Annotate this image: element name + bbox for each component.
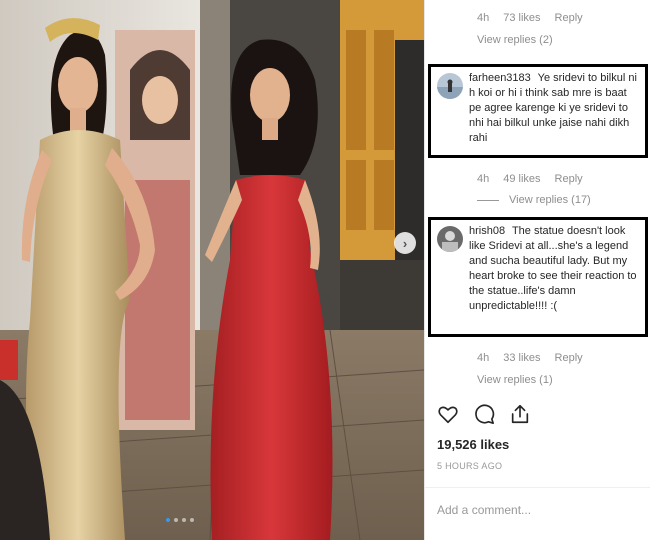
comment-time: 4h (477, 12, 490, 24)
view-replies-link[interactable]: View replies (2) (477, 34, 553, 46)
carousel-dot (190, 518, 194, 522)
comment-time: 4h (477, 352, 490, 364)
comment-username[interactable]: hrish08 (469, 225, 505, 237)
divider (425, 487, 650, 488)
comment-text: The statue doesn't look like Sridevi at … (469, 225, 637, 312)
reply-link[interactable]: Reply (555, 12, 583, 24)
post-actions (437, 403, 531, 425)
comment-icon[interactable] (473, 403, 495, 425)
post-timestamp: 5 HOURS AGO (437, 461, 503, 471)
view-replies-label: View replies (17) (509, 194, 591, 206)
avatar[interactable] (437, 226, 463, 252)
comment-meta: 4h 33 likes Reply (477, 352, 583, 364)
carousel-dot (182, 518, 186, 522)
comment-likes[interactable]: 49 likes (503, 173, 540, 185)
view-replies-link[interactable]: View replies (17) (477, 194, 591, 206)
comment-likes[interactable]: 33 likes (503, 352, 540, 364)
comment-meta: 4h 49 likes Reply (477, 173, 583, 185)
view-replies-label: View replies (1) (477, 374, 553, 386)
comment-body: farheen3183 Ye sridevi to bilkul ni h ko… (469, 71, 639, 149)
comment-meta: 4h 73 likes Reply (477, 12, 583, 24)
carousel-dot (174, 518, 178, 522)
post-photo: › (0, 0, 424, 540)
chevron-right-icon: › (402, 235, 408, 251)
comment-likes[interactable]: 73 likes (503, 12, 540, 24)
highlighted-comment: farheen3183 Ye sridevi to bilkul ni h ko… (428, 64, 648, 158)
comment-body: hrish08 The statue doesn't look like Sri… (469, 224, 639, 328)
next-photo-button[interactable]: › (394, 232, 416, 254)
highlighted-comment: hrish08 The statue doesn't look like Sri… (428, 217, 648, 337)
carousel-dot (166, 518, 170, 522)
share-icon[interactable] (509, 403, 531, 425)
reply-link[interactable]: Reply (555, 173, 583, 185)
likes-count[interactable]: 19,526 likes (437, 437, 509, 452)
carousel-dots (166, 518, 194, 522)
view-replies-label: View replies (2) (477, 34, 553, 46)
add-comment-input[interactable] (437, 503, 642, 517)
comment-username[interactable]: farheen3183 (469, 72, 531, 84)
post-photo-illustration (0, 0, 424, 540)
comment-time: 4h (477, 173, 490, 185)
view-replies-link[interactable]: View replies (1) (477, 374, 553, 386)
heart-icon[interactable] (437, 403, 459, 425)
reply-link[interactable]: Reply (555, 352, 583, 364)
comments-panel: 4h 73 likes Reply View replies (2) farhe… (424, 0, 650, 540)
avatar[interactable] (437, 73, 463, 99)
replies-divider-line (477, 199, 499, 201)
